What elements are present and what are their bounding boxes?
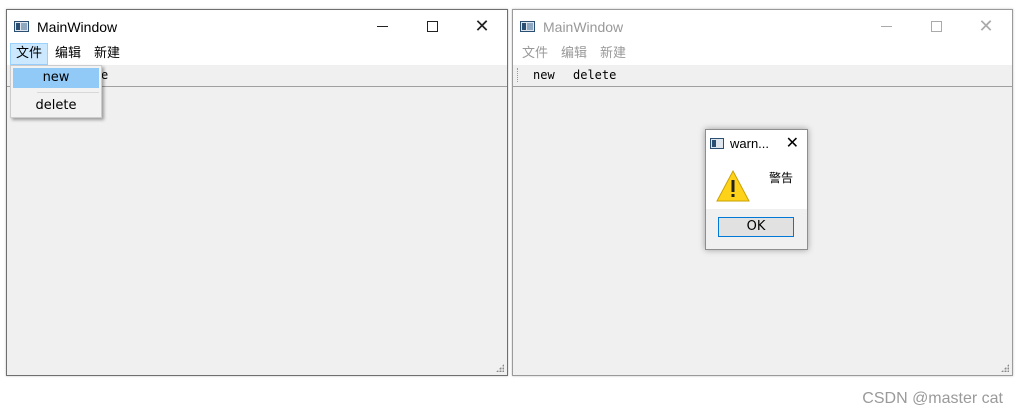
menu-item-delete[interactable]: delete bbox=[13, 96, 99, 116]
maximize-icon bbox=[426, 21, 438, 32]
ok-button[interactable]: OK bbox=[718, 217, 794, 237]
window-title: MainWindow bbox=[543, 19, 624, 35]
app-window-icon bbox=[14, 21, 29, 32]
toolbar-new-button[interactable]: new bbox=[533, 65, 555, 86]
minimize-button[interactable] bbox=[863, 10, 909, 43]
toolbar: new delete bbox=[513, 65, 1012, 87]
minimize-icon bbox=[880, 26, 892, 27]
dialog-title: warn... bbox=[730, 136, 770, 151]
menu-bar: 文件 编辑 新建 bbox=[513, 43, 1012, 65]
menu-item-new[interactable]: new bbox=[13, 68, 99, 88]
window-title: MainWindow bbox=[37, 19, 118, 35]
watermark: CSDN @master cat bbox=[862, 390, 1003, 407]
close-button[interactable]: ✕ bbox=[459, 10, 505, 43]
title-bar[interactable]: MainWindow ✕ bbox=[7, 10, 507, 43]
menu-new[interactable]: 新建 bbox=[89, 43, 125, 65]
menu-file[interactable]: 文件 bbox=[10, 43, 49, 65]
maximize-icon bbox=[930, 21, 942, 32]
close-button[interactable]: ✕ bbox=[963, 10, 1009, 43]
resize-grip[interactable] bbox=[496, 364, 504, 372]
close-icon: ✕ bbox=[474, 16, 490, 37]
menu-file[interactable]: 文件 bbox=[517, 43, 553, 65]
dialog-body: 警告 bbox=[706, 157, 807, 209]
menu-bar: 文件 编辑 新建 bbox=[7, 43, 507, 65]
toolbar-delete-fragment[interactable]: e bbox=[101, 65, 108, 86]
maximize-button[interactable] bbox=[409, 10, 455, 43]
title-bar[interactable]: MainWindow ✕ bbox=[513, 10, 1012, 43]
toolbar-delete-button[interactable]: delete bbox=[573, 65, 616, 86]
menu-edit[interactable]: 编辑 bbox=[556, 43, 592, 65]
menu-new[interactable]: 新建 bbox=[595, 43, 631, 65]
menu-edit[interactable]: 编辑 bbox=[50, 43, 86, 65]
warning-dialog: warn... ✕ 警告 OK bbox=[705, 129, 808, 250]
app-window-icon bbox=[710, 138, 724, 149]
minimize-icon bbox=[376, 26, 388, 27]
toolbar-handle[interactable] bbox=[517, 68, 520, 82]
minimize-button[interactable] bbox=[359, 10, 405, 43]
close-icon: ✕ bbox=[785, 133, 799, 152]
close-icon: ✕ bbox=[978, 16, 994, 37]
maximize-button[interactable] bbox=[913, 10, 959, 43]
warning-icon bbox=[716, 169, 750, 202]
app-window-icon bbox=[520, 21, 535, 32]
file-dropdown-menu: new delete bbox=[10, 65, 102, 118]
dialog-message: 警告 bbox=[769, 171, 794, 185]
dialog-title-bar[interactable]: warn... ✕ bbox=[706, 130, 807, 157]
dialog-close-button[interactable]: ✕ bbox=[786, 133, 799, 152]
resize-grip[interactable] bbox=[1001, 364, 1009, 372]
menu-separator bbox=[37, 92, 99, 93]
